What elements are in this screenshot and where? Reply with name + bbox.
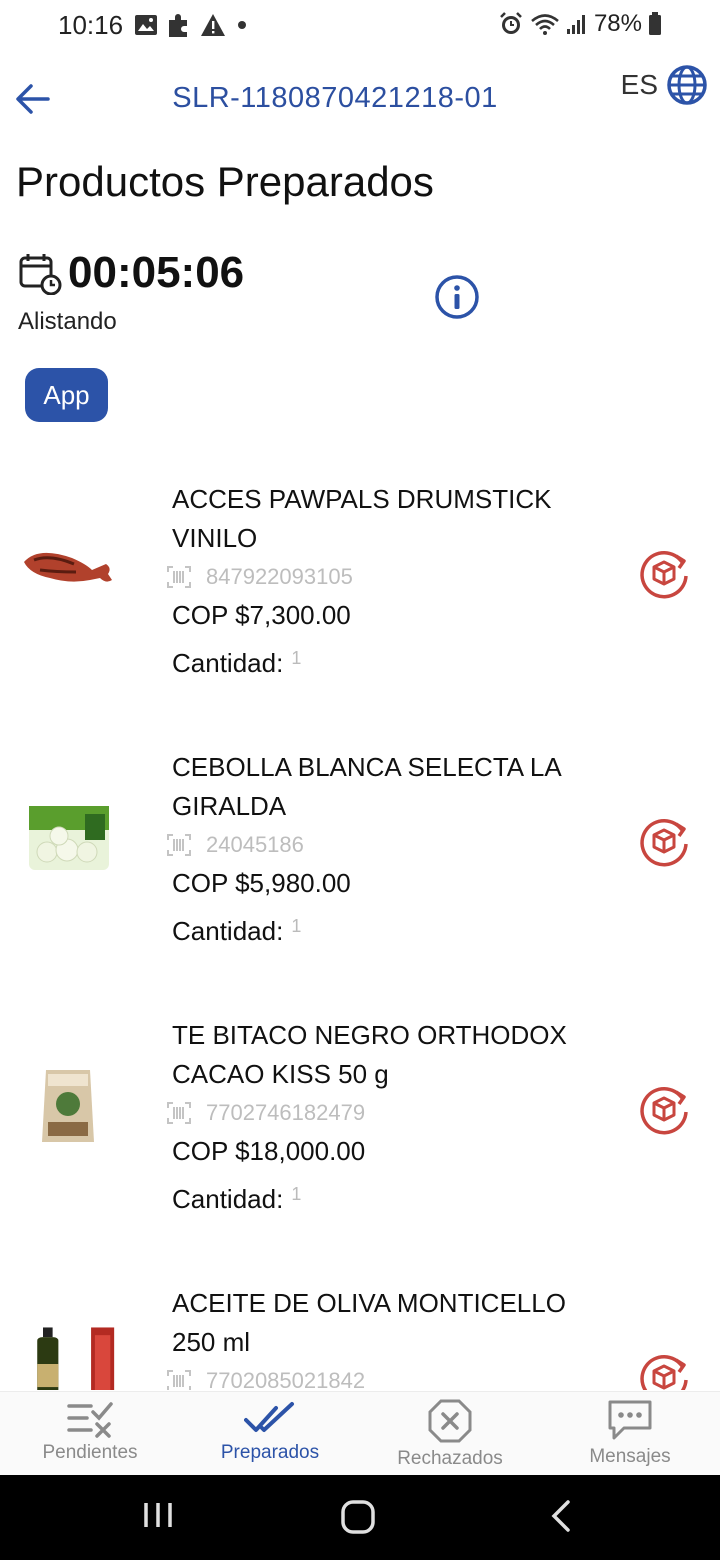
box-refresh-icon xyxy=(640,819,688,867)
recent-apps-icon xyxy=(144,1503,172,1527)
language-selector[interactable]: ES xyxy=(621,64,708,106)
app-header: SLR-1180870421218-01 ES xyxy=(0,60,720,136)
home-button[interactable] xyxy=(340,1499,376,1540)
product-quantity: Cantidad: 1 xyxy=(172,1184,301,1215)
quantity-value: 1 xyxy=(291,1184,302,1204)
home-icon xyxy=(341,1500,375,1534)
alarm-icon xyxy=(500,12,522,34)
timer-value: 00:05:06 xyxy=(68,248,245,297)
barcode-icon xyxy=(167,1370,191,1390)
barcode-value: 24045186 xyxy=(206,832,304,857)
barcode-icon xyxy=(167,1102,191,1124)
chevron-left-icon xyxy=(551,1500,570,1532)
product-quantity: Cantidad: 1 xyxy=(172,648,301,679)
product-name: ACCES PAWPALS DRUMSTICK VINILO xyxy=(172,484,552,553)
nav-pendientes[interactable]: Pendientes xyxy=(0,1392,180,1476)
signal-icon xyxy=(566,15,585,34)
product-barcode: 7702746182479 xyxy=(166,1100,365,1126)
wifi-icon xyxy=(531,14,559,35)
barcode-value: 7702746182479 xyxy=(206,1100,366,1125)
product-price: COP $5,980.00 xyxy=(172,868,351,898)
product-image xyxy=(18,1046,118,1166)
status-time: 10:16 xyxy=(58,10,124,40)
quantity-value: 1 xyxy=(291,916,302,936)
page-title: Productos Preparados xyxy=(16,158,434,205)
chat-bubble-icon xyxy=(608,1400,652,1440)
product-item[interactable]: TE BITACO NEGRO ORTHODOX CACAO KISS 50 g… xyxy=(0,1006,720,1266)
globe-icon xyxy=(667,65,707,105)
nav-rechazados[interactable]: Rechazados xyxy=(360,1392,540,1476)
gallery-icon xyxy=(135,15,157,35)
barcode-icon xyxy=(167,834,191,856)
nav-label: Rechazados xyxy=(397,1448,503,1469)
product-name: CEBOLLA BLANCA SELECTA LA GIRALDA xyxy=(172,752,561,821)
dot-icon xyxy=(238,21,246,29)
product-item[interactable]: ACEITE DE OLIVA MONTICELLO 250 ml 770208… xyxy=(0,1274,720,1390)
barcode-icon xyxy=(167,566,191,588)
info-icon xyxy=(435,275,479,319)
product-list[interactable]: ACCES PAWPALS DRUMSTICK VINILO 847922093… xyxy=(0,470,720,1390)
info-button[interactable] xyxy=(434,274,480,320)
product-barcode: 24045186 xyxy=(166,832,304,858)
calendar-clock-icon xyxy=(19,254,62,295)
product-image xyxy=(18,510,118,630)
list-check-icon xyxy=(67,1402,113,1438)
language-code: ES xyxy=(620,69,658,100)
battery-icon xyxy=(649,12,661,35)
product-barcode: 847922093105 xyxy=(166,564,353,590)
status-bar: 10:16 78% xyxy=(0,0,720,52)
reprocess-button[interactable] xyxy=(636,1350,692,1390)
order-id: SLR-1180870421218-01 xyxy=(172,82,498,114)
product-item[interactable]: ACCES PAWPALS DRUMSTICK VINILO 847922093… xyxy=(0,470,720,730)
bottom-nav: Pendientes Preparados Rechazados Mensaje… xyxy=(0,1391,720,1476)
double-check-icon xyxy=(244,1402,294,1432)
recent-apps-button[interactable] xyxy=(142,1499,174,1536)
timer-status: Alistando xyxy=(18,308,117,335)
product-name: ACEITE DE OLIVA MONTICELLO 250 ml xyxy=(172,1288,566,1357)
system-back-button[interactable] xyxy=(548,1499,574,1538)
reprocess-button[interactable] xyxy=(636,814,692,870)
product-name: TE BITACO NEGRO ORTHODOX CACAO KISS 50 g xyxy=(172,1020,567,1089)
product-barcode: 7702085021842 xyxy=(166,1368,365,1390)
product-price: COP $7,300.00 xyxy=(172,600,351,630)
quantity-label: Cantidad: xyxy=(172,648,284,678)
box-refresh-icon xyxy=(640,1355,688,1390)
puzzle-icon xyxy=(169,14,187,37)
barcode-value: 7702085021842 xyxy=(206,1368,366,1390)
product-item[interactable]: CEBOLLA BLANCA SELECTA LA GIRALDA 240451… xyxy=(0,738,720,998)
product-quantity: Cantidad: 1 xyxy=(172,916,301,947)
barcode-value: 847922093105 xyxy=(206,564,353,589)
timer-row: 00:05:06 xyxy=(18,248,244,298)
box-refresh-icon xyxy=(640,551,688,599)
nav-label: Pendientes xyxy=(42,1442,138,1463)
product-price: COP $18,000.00 xyxy=(172,1136,366,1166)
box-refresh-icon xyxy=(640,1087,688,1135)
rejected-x-icon xyxy=(428,1399,472,1443)
nav-label: Preparados xyxy=(220,1442,320,1463)
nav-label: Mensajes xyxy=(589,1446,671,1467)
reprocess-button[interactable] xyxy=(636,546,692,602)
battery-percent: 78% xyxy=(593,10,642,37)
product-image xyxy=(18,778,118,898)
quantity-label: Cantidad: xyxy=(172,916,284,946)
quantity-label: Cantidad: xyxy=(172,1184,284,1214)
system-nav-bar xyxy=(0,1475,720,1560)
warning-icon xyxy=(201,14,225,36)
product-image xyxy=(18,1324,118,1390)
quantity-value: 1 xyxy=(291,648,302,668)
nav-preparados[interactable]: Preparados xyxy=(180,1392,360,1476)
reprocess-button[interactable] xyxy=(636,1082,692,1138)
nav-mensajes[interactable]: Mensajes xyxy=(540,1392,720,1476)
source-badge: App xyxy=(25,368,108,422)
